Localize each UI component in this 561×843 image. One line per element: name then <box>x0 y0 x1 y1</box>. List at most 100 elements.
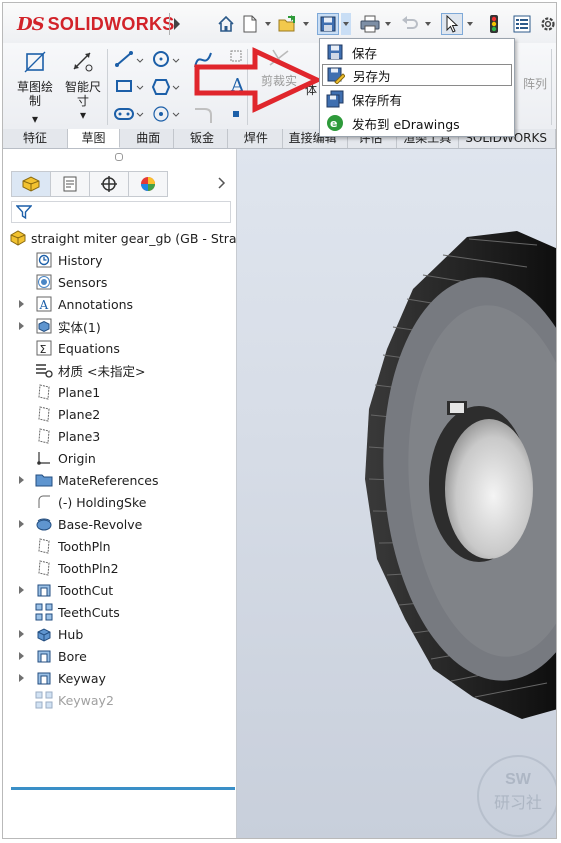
undo-button[interactable] <box>399 13 421 35</box>
sketch-label: 草图绘制 <box>16 80 53 108</box>
expand-arrow-icon[interactable] <box>17 579 27 601</box>
expand-arrow-icon[interactable] <box>17 469 27 491</box>
tree-item[interactable]: Σ Equations <box>17 337 236 359</box>
pattern-icon <box>35 691 53 709</box>
configuration-manager-tab[interactable] <box>89 171 128 197</box>
rebuild-button[interactable] <box>483 13 505 35</box>
tab-features[interactable]: 特征 <box>3 129 68 148</box>
undo-icon <box>402 16 418 29</box>
circle-icon <box>153 51 169 67</box>
menu-item-publish-edrawings[interactable]: e 发布到 eDrawings <box>322 112 512 134</box>
select-button[interactable] <box>441 13 463 35</box>
appearance-manager-tab[interactable] <box>128 171 168 197</box>
tree-item[interactable]: Plane1 <box>17 381 236 403</box>
tree-item[interactable]: ToothPln <box>17 535 236 557</box>
extrude-icon <box>35 625 53 643</box>
options-button[interactable] <box>537 13 556 35</box>
menu-item-save-as[interactable]: 另存为 <box>322 64 512 86</box>
tree-item[interactable]: Sensors <box>17 271 236 293</box>
expand-arrow-icon[interactable] <box>17 513 27 535</box>
menu-item-save-all[interactable]: 保存所有 <box>322 88 512 110</box>
tree-item[interactable]: Origin <box>17 447 236 469</box>
expand-arrow-icon[interactable] <box>17 667 27 689</box>
select-dropdown-caret[interactable] <box>465 13 475 35</box>
smart-dimension-label-1: 智能尺 <box>64 80 101 94</box>
expand-arrow-icon[interactable] <box>17 315 27 337</box>
undo-dropdown-caret[interactable] <box>423 13 433 35</box>
tree-item[interactable]: (-) HoldingSke <box>17 491 236 513</box>
expand-arrow-icon[interactable] <box>17 293 27 315</box>
tree-filter-field[interactable] <box>11 201 231 223</box>
gear-icon <box>541 17 555 31</box>
sketch-caret-icon[interactable]: ▾ <box>13 112 57 126</box>
tree-item-label: Plane1 <box>58 384 101 400</box>
tree-item-label: TeethCuts <box>58 604 120 620</box>
chevron-right-icon[interactable] <box>218 177 226 192</box>
manager-tabs <box>11 171 168 197</box>
menu-item-label: 保存所有 <box>352 92 403 108</box>
property-manager-tab[interactable] <box>50 171 89 197</box>
tab-sketch[interactable]: 草图 <box>67 129 121 148</box>
print-dropdown-caret[interactable] <box>383 13 393 35</box>
part-name: straight miter gear_gb (GB - Straig <box>31 230 248 246</box>
feature-manager-tab[interactable] <box>11 171 50 197</box>
tree-item[interactable]: Hub <box>17 623 236 645</box>
solidworks-logo[interactable]: DS SOLIDWORKS <box>17 10 175 38</box>
tree-item[interactable]: TeethCuts <box>17 601 236 623</box>
save-button[interactable] <box>317 13 339 35</box>
tree-item[interactable]: ToothPln2 <box>17 557 236 579</box>
home-icon <box>218 15 234 32</box>
linear-pattern-button[interactable]: 阵列 <box>515 77 555 91</box>
open-dropdown-caret[interactable] <box>301 13 311 35</box>
open-button[interactable] <box>277 13 299 35</box>
print-button[interactable] <box>359 13 381 35</box>
tree-item-label: Keyway <box>58 670 106 686</box>
expand-arrow-icon[interactable] <box>17 645 27 667</box>
tree-item[interactable]: ToothCut <box>17 579 236 601</box>
tree-item[interactable]: Plane3 <box>17 425 236 447</box>
sketch-button[interactable]: 草图绘制 ▾ <box>13 49 57 126</box>
tree-item[interactable]: Base-Revolve <box>17 513 236 535</box>
file-properties-button[interactable] <box>511 13 533 35</box>
expand-arrow-icon[interactable] <box>17 623 27 645</box>
tree-item[interactable]: MateReferences <box>17 469 236 491</box>
home-button[interactable] <box>215 13 237 35</box>
origin-icon <box>35 449 53 467</box>
tree-item[interactable]: 实体(1) <box>17 315 236 337</box>
tree-item[interactable]: A Annotations <box>17 293 236 315</box>
rollback-bar[interactable] <box>11 787 235 790</box>
title-bar: DS SOLIDWORKS <box>3 3 556 43</box>
tree-item-label: Plane3 <box>58 428 101 444</box>
ribbon-separator <box>107 49 108 125</box>
tree-item[interactable]: 材质 <未指定> <box>17 359 236 381</box>
smart-dimension-button[interactable]: 智能尺 寸 ▾ <box>61 49 105 122</box>
cut-icon <box>35 581 53 599</box>
annotations-icon: A <box>35 295 53 313</box>
tree-item[interactable]: Bore <box>17 645 236 667</box>
tab-sheet-metal[interactable]: 钣金 <box>174 129 228 148</box>
tree-root-part[interactable]: straight miter gear_gb (GB - Straig <box>9 227 248 249</box>
tree-item[interactable]: Keyway <box>17 667 236 689</box>
cut-icon <box>35 647 53 665</box>
save-dropdown-caret[interactable] <box>341 13 351 35</box>
smart-dimension-caret-icon[interactable]: ▾ <box>61 108 105 122</box>
point-icon <box>153 106 169 122</box>
tree-item[interactable]: Plane2 <box>17 403 236 425</box>
tree-item[interactable]: History <box>17 249 236 271</box>
new-document-button[interactable] <box>239 13 261 35</box>
panel-grip-icon[interactable] <box>115 153 123 161</box>
new-dropdown-caret[interactable] <box>263 13 273 35</box>
red-callout-arrow-icon <box>194 47 323 113</box>
flyout-arrow-icon[interactable] <box>169 13 184 35</box>
tab-weldments[interactable]: 焊件 <box>228 129 283 148</box>
menu-item-save[interactable]: 保存 <box>322 41 512 63</box>
tree-item-label: Sensors <box>58 274 108 290</box>
tree-item[interactable]: Keyway2 <box>17 689 236 711</box>
tree-item-label: Equations <box>58 340 120 356</box>
tab-surfaces[interactable]: 曲面 <box>120 129 175 148</box>
graphics-area[interactable] <box>237 149 556 838</box>
plane-icon <box>35 427 53 445</box>
